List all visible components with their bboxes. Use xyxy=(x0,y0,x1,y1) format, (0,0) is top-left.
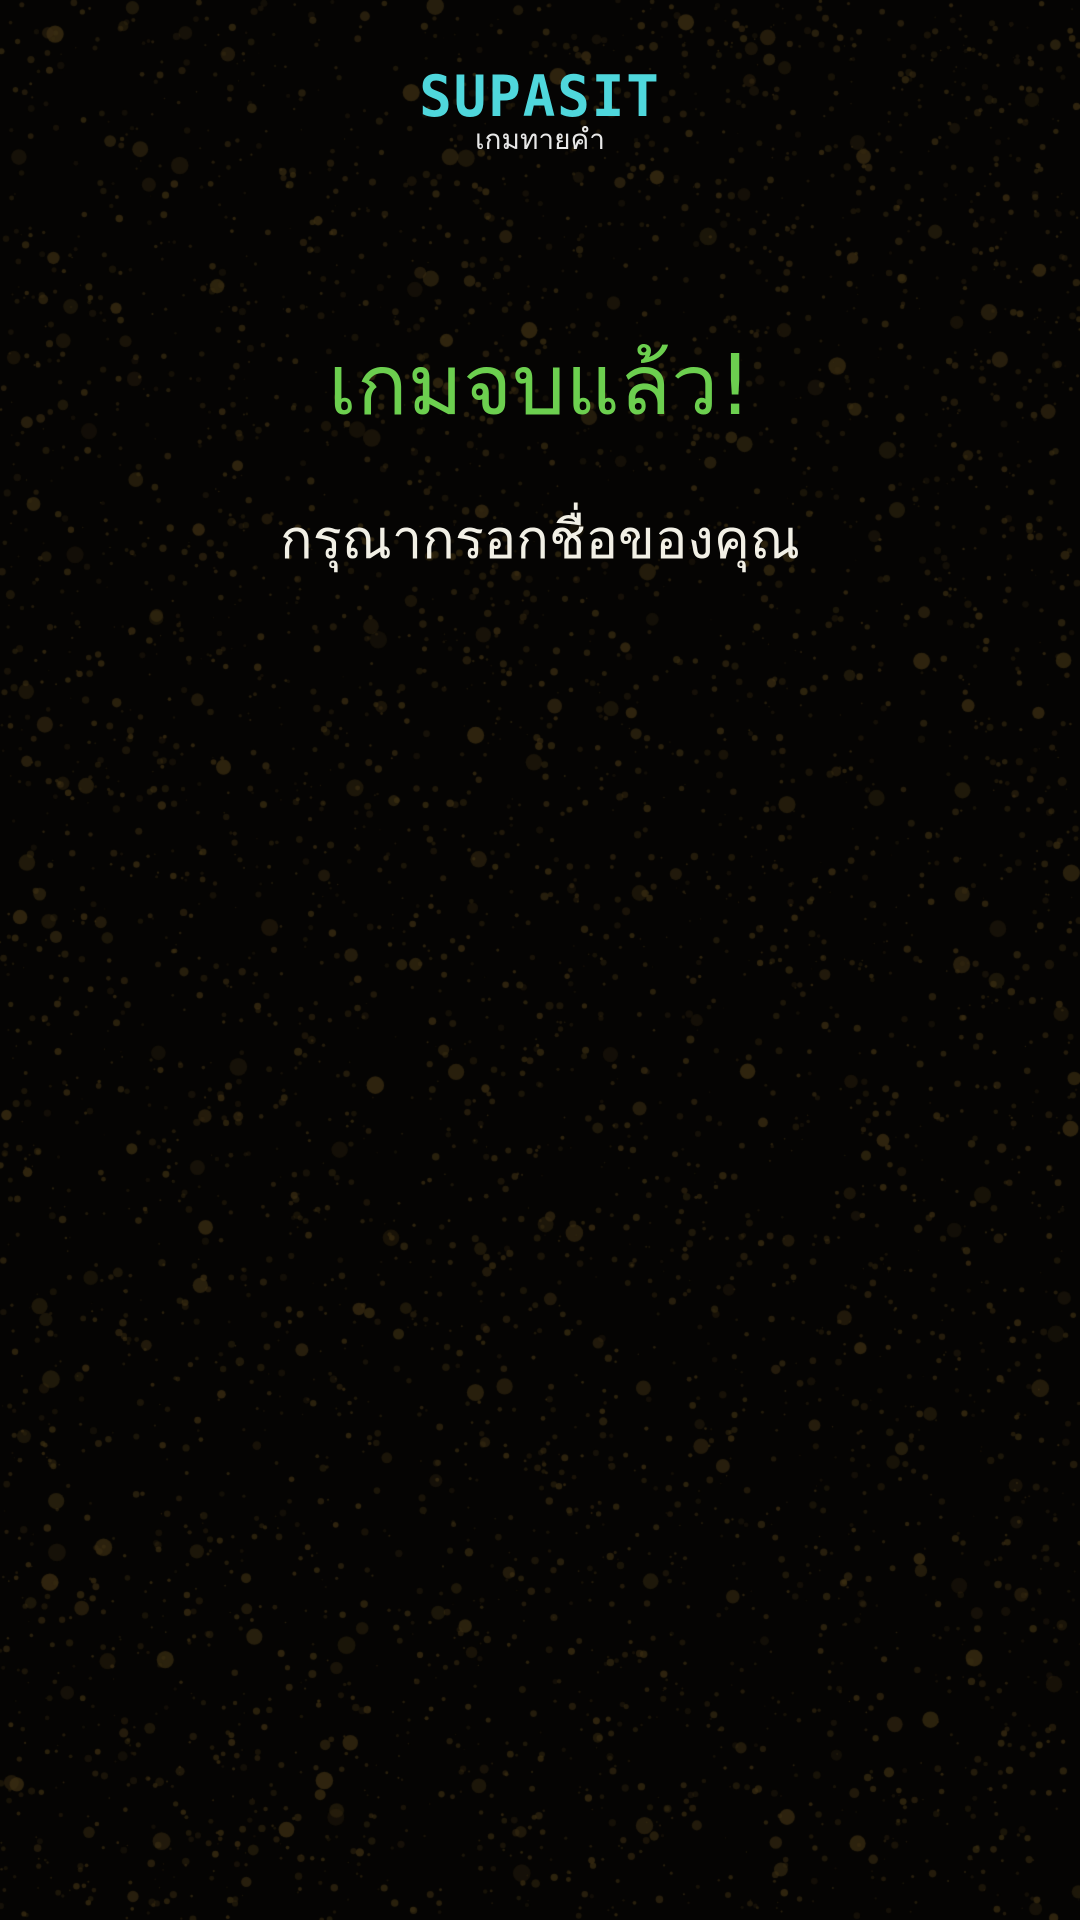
game-over-screen: SUPASIT เกมทายคำ เกมจบแล้ว! กรุณากรอกชื่… xyxy=(0,0,1080,1920)
logo-brand: SUPASIT xyxy=(419,63,661,130)
game-over-title: เกมจบแล้ว! xyxy=(328,336,752,434)
enter-name-prompt: กรุณากรอกชื่อของคุณ xyxy=(280,508,800,571)
app-logo: SUPASIT เกมทายคำ xyxy=(0,63,1080,158)
